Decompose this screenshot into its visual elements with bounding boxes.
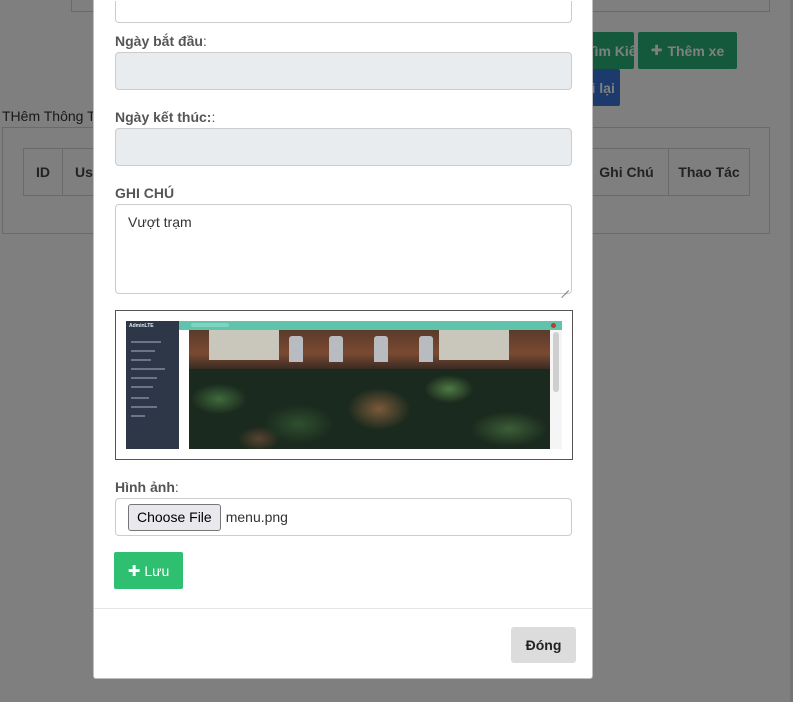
preview-scrollbar <box>550 330 562 449</box>
save-button-label: Lưu <box>144 562 170 579</box>
image-preview: AdminLTE <box>115 310 573 460</box>
note-text: Vượt trạm <box>128 214 192 230</box>
preview-sidebar-item <box>131 386 153 388</box>
note-label: GHI CHÚ <box>115 185 175 201</box>
preview-search-bar <box>191 323 229 327</box>
edit-modal: Ngày bắt đầu: Ngày kết thúc:: GHI CHÚ Vư… <box>93 0 593 679</box>
end-date-label: Ngày kết thúc:: <box>115 109 215 125</box>
preview-photo-room <box>189 330 550 369</box>
preview-sidebar-item <box>131 368 165 370</box>
preview-photo <box>189 330 550 449</box>
note-textarea[interactable]: Vượt trạm <box>115 204 572 294</box>
preview-scroll-thumb <box>553 332 559 392</box>
start-date-label-text: Ngày bắt đầu <box>115 33 203 49</box>
start-date-label-colon: : <box>202 33 207 49</box>
end-date-label-colon: : <box>211 109 216 125</box>
preview-photo-leaves <box>189 369 550 449</box>
close-button[interactable]: Đóng <box>511 627 576 663</box>
preview-topbar <box>179 321 562 330</box>
preview-photo-chair <box>374 336 388 362</box>
preview-sidebar-item <box>131 341 161 343</box>
image-label: Hình ảnh: <box>115 479 179 495</box>
image-label-colon: : <box>174 479 179 495</box>
preview-logo: AdminLTE <box>129 323 154 329</box>
choose-file-button[interactable]: Choose File <box>128 503 221 531</box>
preview-photo-chair <box>289 336 303 362</box>
end-date-field[interactable] <box>115 128 572 166</box>
save-button[interactable]: ✚ Lưu <box>114 552 183 589</box>
preview-photo-window <box>209 330 279 360</box>
resize-handle-icon[interactable] <box>561 283 569 291</box>
preview-sidebar-item <box>131 397 149 399</box>
preview-photo-window <box>439 330 509 360</box>
preview-sidebar-item <box>131 415 145 417</box>
plus-icon: ✚ <box>127 562 141 580</box>
end-date-label-text: Ngày kết thúc: <box>115 109 212 125</box>
preview-photo-chair <box>419 336 433 362</box>
preview-sidebar-item <box>131 350 155 352</box>
preview-sidebar-item <box>131 359 151 361</box>
previous-field[interactable] <box>115 1 572 23</box>
preview-screenshot: AdminLTE <box>126 321 562 449</box>
preview-gutter <box>179 330 189 449</box>
preview-photo-chair <box>329 336 343 362</box>
start-date-field[interactable] <box>115 52 572 90</box>
start-date-label: Ngày bắt đầu: <box>115 33 207 49</box>
preview-notification-icon <box>551 323 556 328</box>
image-file-input[interactable]: Choose File menu.png <box>115 498 572 536</box>
selected-file-name: menu.png <box>225 509 288 525</box>
preview-sidebar-item <box>131 377 157 379</box>
preview-sidebar: AdminLTE <box>126 321 179 449</box>
image-label-text: Hình ảnh <box>115 479 175 495</box>
preview-sidebar-item <box>131 406 157 408</box>
modal-footer-divider <box>94 608 592 609</box>
